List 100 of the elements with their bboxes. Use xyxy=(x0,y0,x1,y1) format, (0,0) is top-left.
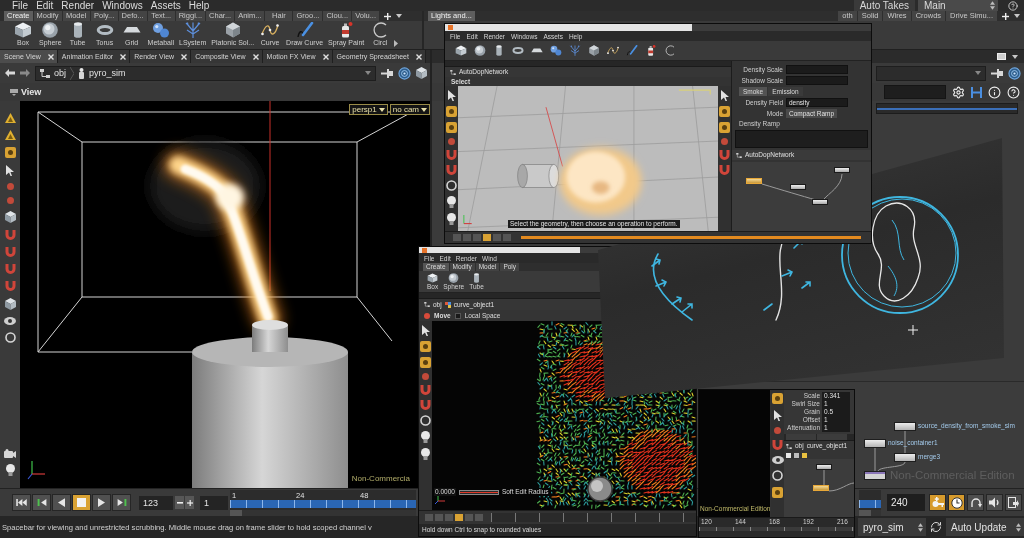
help-icon[interactable] xyxy=(1007,85,1020,99)
plus-icon[interactable] xyxy=(384,12,392,20)
playback-button[interactable] xyxy=(72,494,91,511)
updown-icon[interactable] xyxy=(918,522,923,532)
ring-icon[interactable] xyxy=(4,332,16,343)
dot-icon[interactable] xyxy=(422,373,429,380)
menu-item[interactable]: Assets xyxy=(146,0,185,11)
timeline-track[interactable] xyxy=(230,499,416,508)
ring-icon[interactable] xyxy=(772,470,783,481)
network-node[interactable] xyxy=(894,422,916,431)
increment-button[interactable] xyxy=(185,496,194,509)
filter-field[interactable] xyxy=(884,85,946,99)
dot-icon[interactable] xyxy=(448,138,455,145)
caret-icon[interactable] xyxy=(1012,54,1018,59)
toggle-button[interactable] xyxy=(929,494,946,511)
menu-item[interactable]: Windows xyxy=(98,0,147,11)
toggle-button[interactable] xyxy=(948,494,965,511)
handle-tool-icon[interactable] xyxy=(772,393,783,404)
arrow-cursor-icon[interactable] xyxy=(421,325,430,336)
pin-icon[interactable] xyxy=(991,68,1003,78)
toggle-button[interactable] xyxy=(1005,494,1022,511)
close-icon[interactable] xyxy=(47,53,54,60)
param-field[interactable] xyxy=(786,76,848,85)
timeline-track[interactable] xyxy=(859,499,881,508)
caret-icon[interactable] xyxy=(421,107,427,112)
camera-icon[interactable] xyxy=(4,449,16,458)
handle-tool-icon[interactable] xyxy=(446,106,457,117)
param-field[interactable] xyxy=(786,65,848,74)
info-icon[interactable] xyxy=(988,85,1001,99)
playback-button[interactable] xyxy=(112,494,131,511)
plus-icon[interactable] xyxy=(1002,12,1009,20)
object-select[interactable]: pyro_sim xyxy=(858,518,926,536)
refresh-icon[interactable] xyxy=(930,521,942,533)
network-node[interactable] xyxy=(813,485,829,491)
dot-icon[interactable] xyxy=(6,197,14,204)
close-icon[interactable] xyxy=(252,53,259,60)
camera-menu[interactable]: persp1 xyxy=(349,104,388,115)
path-crumb[interactable]: pyro_sim xyxy=(89,66,126,80)
arrow-cursor-icon[interactable] xyxy=(6,165,14,176)
close-icon[interactable] xyxy=(120,53,127,60)
path-crumb[interactable]: obj xyxy=(54,66,66,80)
back-arrow-icon[interactable] xyxy=(5,69,15,77)
handle-tool-icon[interactable] xyxy=(4,147,16,158)
handle-tool-icon[interactable] xyxy=(772,487,783,498)
help-icon[interactable] xyxy=(1008,0,1018,11)
magnet-icon[interactable] xyxy=(4,247,16,257)
light-bulb-icon[interactable] xyxy=(5,464,15,476)
caret-icon[interactable] xyxy=(1014,14,1020,18)
arrow-cursor-icon[interactable] xyxy=(773,410,782,421)
dot-icon[interactable] xyxy=(721,138,728,145)
plus-icon[interactable] xyxy=(186,499,193,506)
cube-icon[interactable] xyxy=(4,298,16,310)
scroll-arrow-icon[interactable] xyxy=(394,40,399,47)
path-field[interactable]: obj pyro_sim xyxy=(35,65,376,81)
updown-icon[interactable] xyxy=(1016,522,1021,532)
magnet-icon[interactable] xyxy=(446,165,457,175)
decrement-button[interactable] xyxy=(175,496,184,509)
timeline-scrollbar[interactable] xyxy=(859,509,881,516)
light-bulb-icon[interactable] xyxy=(447,213,456,225)
close-icon[interactable] xyxy=(415,53,422,60)
eye-icon[interactable] xyxy=(771,456,784,464)
ring-icon[interactable] xyxy=(446,180,457,191)
handle-tool-icon[interactable] xyxy=(719,106,730,117)
arrow-cursor-icon[interactable] xyxy=(720,90,729,101)
handle-tool-icon[interactable] xyxy=(420,341,431,352)
path-field[interactable] xyxy=(876,65,986,81)
camera-mode-menu[interactable]: no cam xyxy=(389,104,430,115)
network-node[interactable] xyxy=(894,453,916,462)
timeline-track[interactable] xyxy=(521,236,861,239)
light-bulb-icon[interactable] xyxy=(447,196,456,208)
magnet-icon[interactable] xyxy=(4,281,16,291)
target-icon[interactable] xyxy=(398,66,411,80)
menu-item[interactable]: Help xyxy=(184,0,214,11)
settings-icon[interactable] xyxy=(952,85,965,99)
network-node[interactable] xyxy=(812,199,828,205)
eye-icon[interactable] xyxy=(4,317,16,325)
view-menu-icon[interactable] xyxy=(10,88,18,96)
caret-icon[interactable] xyxy=(378,107,385,112)
forward-arrow-icon[interactable] xyxy=(20,69,30,77)
timeline-track[interactable] xyxy=(491,513,696,522)
start-frame-field[interactable]: 1 xyxy=(200,495,228,510)
h-logo-icon[interactable] xyxy=(971,85,982,99)
light-bulb-icon[interactable] xyxy=(421,448,430,460)
network-node[interactable] xyxy=(790,184,806,190)
target-icon[interactable] xyxy=(1008,66,1021,80)
toggle-button[interactable] xyxy=(967,494,984,511)
arrow-cursor-icon[interactable] xyxy=(447,90,456,101)
cube-icon[interactable] xyxy=(4,211,16,223)
network-node[interactable] xyxy=(864,471,886,480)
playback-button[interactable] xyxy=(12,494,31,511)
triangle-tool-icon[interactable] xyxy=(4,130,16,140)
take-select[interactable]: Main xyxy=(918,0,998,11)
menu-item[interactable]: Render xyxy=(57,0,99,11)
cube-icon[interactable] xyxy=(416,67,427,79)
close-icon[interactable] xyxy=(322,53,329,60)
handle-tool-icon[interactable] xyxy=(719,122,730,133)
magnet-icon[interactable] xyxy=(446,150,457,160)
playback-button[interactable] xyxy=(52,494,71,511)
magnet-icon[interactable] xyxy=(719,165,730,175)
magnet-icon[interactable] xyxy=(420,400,431,410)
